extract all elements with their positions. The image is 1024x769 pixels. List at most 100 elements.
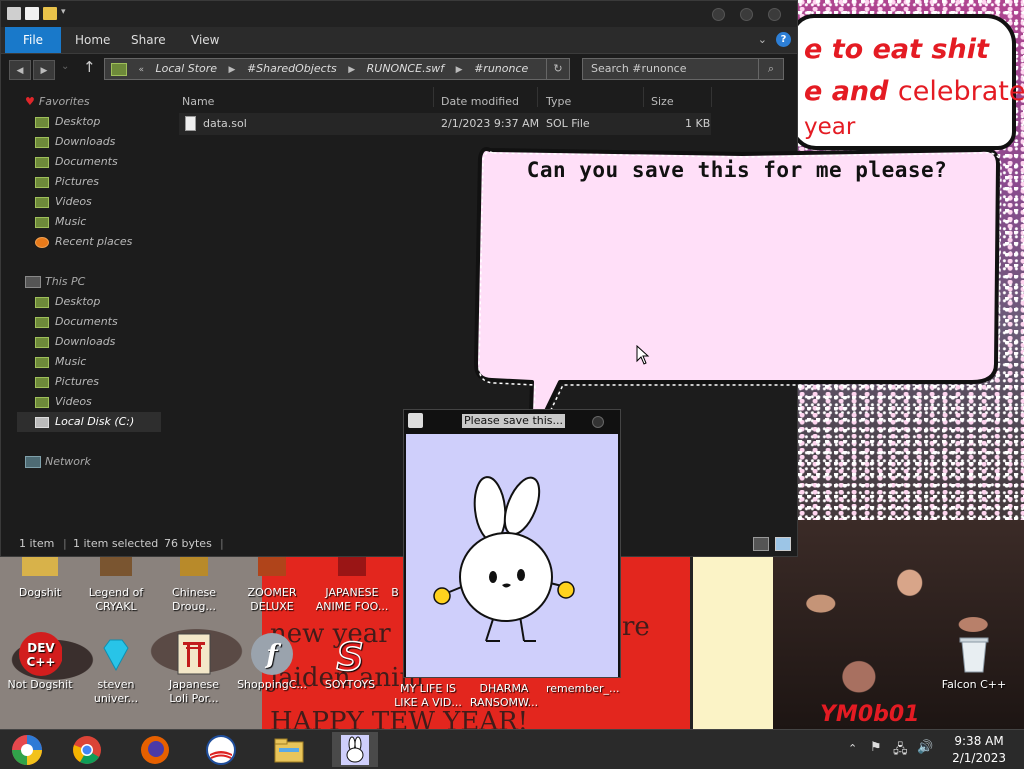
nav-fav-recent-places[interactable]: Recent places — [35, 233, 132, 251]
breadcrumb-separator-icon[interactable]: ▶ — [229, 60, 236, 80]
status-divider: | — [220, 537, 224, 550]
wallpaper-banner: e to eat shit e and celebrate year — [790, 14, 1024, 150]
svg-text:DEV: DEV — [27, 641, 55, 655]
taskbar-app-obama[interactable] — [198, 732, 244, 767]
desktop-icon — [35, 296, 49, 308]
large-icons-view-icon[interactable] — [775, 537, 791, 551]
svg-text:C++: C++ — [27, 655, 56, 669]
banner-line-3: year — [804, 114, 856, 140]
address-input[interactable]: « Local Store ▶ #SharedObjects ▶ RUNONCE… — [104, 58, 570, 80]
nav-fav-music[interactable]: Music — [35, 213, 86, 231]
tab-share[interactable]: Share — [121, 27, 176, 53]
obama-logo-icon — [206, 734, 236, 765]
desktop-icon-steven-universe[interactable]: steven univer... — [80, 632, 152, 706]
nav-fav-pictures[interactable]: Pictures — [35, 173, 99, 191]
forward-button[interactable]: ▶ — [33, 60, 55, 80]
desktop-icon-remember[interactable]: remember_... — [546, 682, 620, 696]
volume-icon[interactable]: 🔊 — [917, 740, 933, 755]
window-icon — [7, 7, 21, 20]
breadcrumb-separator-icon[interactable]: ▶ — [456, 60, 463, 80]
show-hidden-icons[interactable]: ⌃ — [848, 742, 857, 755]
up-arrow-icon[interactable]: ↑ — [83, 58, 96, 76]
breadcrumb-separator-icon[interactable]: ▶ — [348, 60, 355, 80]
clock-date: 2/1/2023 — [952, 751, 1006, 765]
desktop-icon-not-dogshit[interactable]: DEV C++ Not Dogshit — [2, 632, 78, 692]
taskbar-app-start[interactable] — [4, 732, 50, 767]
dialog-close-button[interactable] — [592, 416, 604, 428]
tab-view[interactable]: View — [181, 27, 229, 53]
bunny-app-icon — [341, 734, 369, 765]
breadcrumb-runonce-swf[interactable]: RUNONCE.swf — [367, 59, 445, 79]
column-divider[interactable] — [711, 87, 712, 107]
breadcrumb-runonce[interactable]: #runonce — [474, 59, 528, 79]
bunny-app-icon — [408, 413, 423, 428]
file-explorer-icon — [274, 738, 304, 762]
nav-pc-downloads[interactable]: Downloads — [35, 333, 115, 351]
nav-fav-videos[interactable]: Videos — [35, 193, 92, 211]
search-icon[interactable]: ⌕ — [758, 59, 783, 79]
recent-locations-icon[interactable]: ⌄ — [61, 61, 69, 72]
breadcrumb-overflow[interactable]: « — [139, 60, 145, 80]
tab-home[interactable]: Home — [65, 27, 120, 53]
properties-icon[interactable] — [25, 7, 39, 20]
close-button[interactable] — [768, 8, 781, 21]
nav-pc-music[interactable]: Music — [35, 353, 86, 371]
column-size[interactable]: Size — [651, 95, 674, 108]
taskbar-app-chrome[interactable] — [64, 732, 110, 767]
network-tray-icon[interactable]: 🖧 — [893, 740, 908, 762]
nav-network[interactable]: Network — [25, 455, 91, 468]
nav-fav-downloads[interactable]: Downloads — [35, 133, 115, 151]
minimize-button[interactable] — [712, 8, 725, 21]
desktop-icon-my-life[interactable]: MY LIFE IS LIKE A VID... — [392, 682, 464, 710]
dialog-body — [406, 434, 618, 677]
nav-pc-local-disk[interactable]: Local Disk (C:) — [35, 413, 134, 431]
help-icon[interactable]: ? — [776, 32, 791, 47]
column-name[interactable]: Name — [182, 95, 214, 108]
breadcrumb-local-store[interactable]: Local Store — [156, 59, 218, 79]
nav-fav-desktop[interactable]: Desktop — [35, 113, 100, 131]
recycle-bin-icon — [952, 632, 996, 676]
wallpaper-tag: YM0b01 — [820, 702, 920, 727]
file-row[interactable]: data.sol 2/1/2023 9:37 AM SOL File 1 KB — [179, 113, 711, 135]
action-center-flag-icon[interactable]: ⚑ — [870, 740, 882, 755]
back-button[interactable]: ◀ — [9, 60, 31, 80]
column-type[interactable]: Type — [546, 95, 571, 108]
expand-ribbon-icon[interactable]: ⌄ — [758, 33, 767, 46]
network-icon — [25, 456, 41, 468]
desktop-icon-shopping[interactable]: f ShoppingC... — [236, 632, 308, 692]
search-input[interactable]: Search #runonce ⌕ — [582, 58, 784, 80]
heart-icon: ♥ — [25, 95, 35, 108]
nav-favorites[interactable]: ♥ Favorites — [25, 95, 90, 108]
maximize-button[interactable] — [740, 8, 753, 21]
new-folder-icon[interactable] — [43, 7, 57, 20]
desktop-icon-falcon-cpp[interactable]: Falcon C++ — [938, 632, 1010, 692]
flash-icon: f — [250, 632, 294, 676]
column-date-modified[interactable]: Date modified — [441, 95, 519, 108]
status-bar: 1 item | 1 item selected 76 bytes | — [1, 533, 797, 555]
taskbar-app-explorer[interactable] — [266, 732, 312, 767]
tab-file[interactable]: File — [5, 27, 61, 53]
clock[interactable]: 9:38 AM 2/1/2023 — [952, 733, 1006, 767]
nav-pc-videos[interactable]: Videos — [35, 393, 92, 411]
nav-pc-desktop[interactable]: Desktop — [35, 293, 100, 311]
column-divider[interactable] — [433, 87, 434, 107]
taskbar-app-bunny[interactable] — [332, 732, 378, 767]
pictures-icon — [35, 376, 49, 388]
nav-pc-pictures[interactable]: Pictures — [35, 373, 99, 391]
column-divider[interactable] — [643, 87, 644, 107]
taskbar-app-firefox[interactable] — [132, 732, 178, 767]
status-divider: | — [63, 537, 67, 550]
desktop-icon-japanese-loli[interactable]: Japanese Loli Por... — [158, 632, 230, 706]
breadcrumb-shared-objects[interactable]: #SharedObjects — [247, 59, 337, 79]
bubble-text: Can you save this for me please? — [526, 158, 948, 182]
nav-fav-documents[interactable]: Documents — [35, 153, 118, 171]
nav-pc-documents[interactable]: Documents — [35, 313, 118, 331]
desktop-icon-dharma[interactable]: DHARMA RANSOMW... — [468, 682, 540, 710]
column-divider[interactable] — [537, 87, 538, 107]
desktop-icon-soytoys[interactable]: S SOYTOYS — [314, 632, 386, 692]
drive-icon — [35, 416, 49, 428]
refresh-icon[interactable]: ↻ — [546, 59, 569, 79]
customize-dropdown-icon[interactable]: ▾ — [61, 7, 66, 20]
details-view-icon[interactable] — [753, 537, 769, 551]
nav-this-pc[interactable]: This PC — [25, 275, 85, 288]
